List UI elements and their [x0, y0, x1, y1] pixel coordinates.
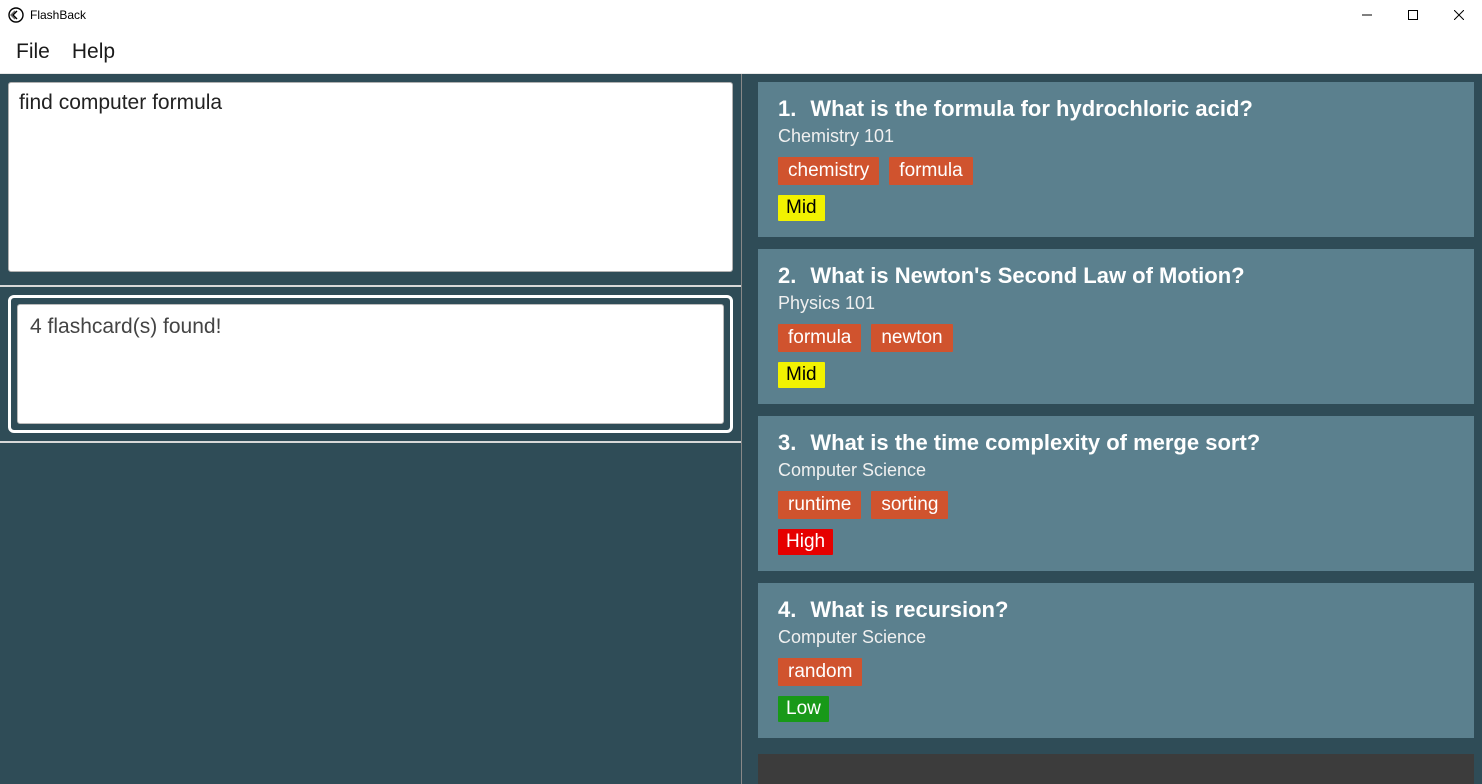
card-question: What is recursion? — [810, 597, 1008, 623]
card-tags: formula newton — [778, 324, 1454, 352]
card-question: What is Newton's Second Law of Motion? — [810, 263, 1244, 289]
card-title-row: 3. What is the time complexity of merge s… — [778, 430, 1454, 456]
tag-chip[interactable]: sorting — [871, 491, 948, 519]
flashcard-item[interactable]: 4. What is recursion? Computer Science rand… — [758, 583, 1474, 738]
card-subject: Computer Science — [778, 460, 1454, 481]
card-tags: random — [778, 658, 1454, 686]
card-subject: Chemistry 101 — [778, 126, 1454, 147]
card-number: 1. — [778, 96, 796, 122]
card-question: What is the time complexity of merge sor… — [810, 430, 1260, 456]
app-icon — [8, 7, 24, 23]
card-question: What is the formula for hydrochloric aci… — [810, 96, 1253, 122]
command-input[interactable] — [8, 82, 733, 272]
tag-chip[interactable]: runtime — [778, 491, 861, 519]
content-area: 4 flashcard(s) found! 1. What is the form… — [0, 74, 1482, 784]
card-number: 2. — [778, 263, 796, 289]
command-wrap — [0, 74, 741, 285]
tag-chip[interactable]: chemistry — [778, 157, 879, 185]
result-wrap: 4 flashcard(s) found! — [0, 285, 741, 441]
window-title: FlashBack — [30, 8, 86, 22]
card-priority-row: Low — [778, 696, 1454, 722]
card-title-row: 2. What is Newton's Second Law of Motion? — [778, 263, 1454, 289]
menu-file[interactable]: File — [16, 40, 50, 64]
result-output: 4 flashcard(s) found! — [17, 304, 724, 424]
priority-badge: Mid — [778, 362, 825, 388]
tag-chip[interactable]: newton — [871, 324, 952, 352]
result-frame: 4 flashcard(s) found! — [8, 295, 733, 433]
left-spacer — [0, 441, 741, 784]
close-button[interactable] — [1436, 0, 1482, 30]
card-subject: Computer Science — [778, 627, 1454, 648]
flashcard-list[interactable]: 1. What is the formula for hydrochloric a… — [742, 74, 1482, 784]
card-priority-row: Mid — [778, 195, 1454, 221]
card-number: 3. — [778, 430, 796, 456]
card-priority-row: High — [778, 529, 1454, 555]
card-tags: runtime sorting — [778, 491, 1454, 519]
tag-chip[interactable]: formula — [889, 157, 972, 185]
card-title-row: 1. What is the formula for hydrochloric a… — [778, 96, 1454, 122]
card-number: 4. — [778, 597, 796, 623]
left-pane: 4 flashcard(s) found! — [0, 74, 742, 784]
card-subject: Physics 101 — [778, 293, 1454, 314]
window-controls — [1344, 0, 1482, 30]
flashcard-item[interactable]: 1. What is the formula for hydrochloric a… — [758, 82, 1474, 237]
maximize-button[interactable] — [1390, 0, 1436, 30]
card-tags: chemistry formula — [778, 157, 1454, 185]
list-footer-strip — [758, 754, 1474, 784]
menu-help[interactable]: Help — [72, 40, 115, 64]
menubar: File Help — [0, 30, 1482, 74]
titlebar: FlashBack — [0, 0, 1482, 30]
tag-chip[interactable]: random — [778, 658, 862, 686]
tag-chip[interactable]: formula — [778, 324, 861, 352]
priority-badge: Low — [778, 696, 829, 722]
card-priority-row: Mid — [778, 362, 1454, 388]
priority-badge: Mid — [778, 195, 825, 221]
minimize-button[interactable] — [1344, 0, 1390, 30]
priority-badge: High — [778, 529, 833, 555]
card-title-row: 4. What is recursion? — [778, 597, 1454, 623]
flashcard-item[interactable]: 3. What is the time complexity of merge s… — [758, 416, 1474, 571]
result-message: 4 flashcard(s) found! — [30, 315, 221, 338]
flashcard-item[interactable]: 2. What is Newton's Second Law of Motion?… — [758, 249, 1474, 404]
